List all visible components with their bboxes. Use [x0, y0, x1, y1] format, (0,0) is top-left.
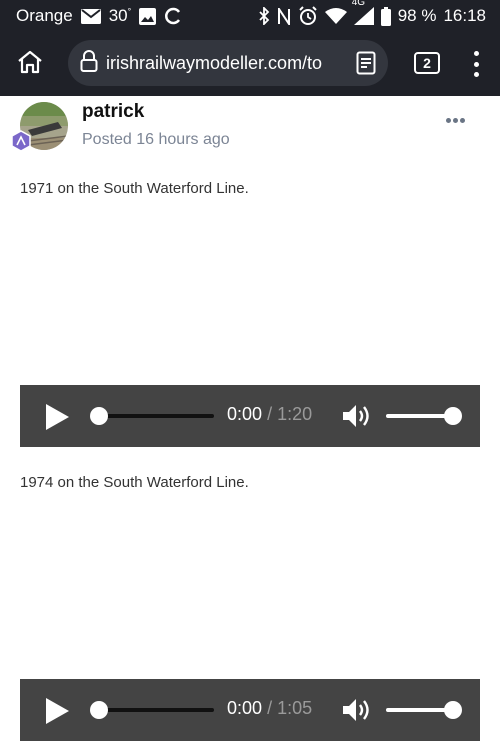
- nfc-icon: [277, 7, 291, 25]
- mail-icon: [80, 8, 101, 24]
- url-text: irishrailwaymodeller.com/to: [106, 52, 323, 73]
- tab-switcher-button[interactable]: 2: [414, 52, 440, 74]
- play-button[interactable]: [44, 403, 70, 431]
- menu-dot-icon: [473, 61, 479, 67]
- network-label: 4G: [351, 0, 366, 8]
- time-separator: /: [267, 404, 273, 424]
- duration: 1:20: [277, 404, 313, 424]
- play-icon: [44, 698, 70, 729]
- volume-button[interactable]: [342, 697, 374, 728]
- status-bar: Orange 30° 4G 98 % 16:18: [0, 0, 500, 32]
- wifi-icon: [324, 8, 347, 24]
- seek-handle[interactable]: [90, 407, 108, 425]
- volume-handle[interactable]: [444, 701, 462, 719]
- home-button[interactable]: [0, 32, 60, 96]
- url-bar[interactable]: irishrailwaymodeller.com/to: [68, 40, 388, 86]
- gallery-icon: [139, 7, 157, 25]
- bluetooth-icon: [258, 7, 270, 25]
- battery-label: 98 %: [397, 6, 437, 25]
- seek-handle[interactable]: [90, 701, 108, 719]
- browser-toolbar: irishrailwaymodeller.com/to 2: [0, 32, 500, 96]
- member-badge-icon: [10, 130, 32, 152]
- tab-count: 2: [423, 55, 431, 71]
- clock-label: 16:18: [443, 6, 486, 25]
- seek-bar[interactable]: [90, 414, 214, 418]
- current-time: 0:00: [227, 404, 263, 424]
- carrier-label: Orange: [16, 6, 73, 25]
- current-time: 0:00: [227, 698, 263, 718]
- menu-dot-icon: [473, 72, 479, 77]
- overflow-menu-button[interactable]: [466, 48, 486, 80]
- audio-player: 0:00 / 1:05: [20, 679, 480, 741]
- seek-bar[interactable]: [90, 708, 214, 712]
- more-dot-icon: [453, 118, 458, 123]
- menu-dot-icon: [473, 51, 479, 56]
- audio-player: 0:00 / 1:20: [20, 385, 480, 447]
- volume-handle[interactable]: [444, 407, 462, 425]
- time-display: 0:00 / 1:20: [227, 404, 312, 425]
- post-paragraph: 1974 on the South Waterford Line.: [20, 474, 249, 491]
- duration: 1:05: [277, 698, 313, 718]
- temperature-label: 30°: [108, 6, 132, 25]
- alarm-icon: [298, 6, 318, 26]
- post-header: [0, 96, 500, 166]
- lock-icon: [80, 49, 98, 77]
- post-options-button[interactable]: [446, 118, 465, 123]
- post-paragraph: 1971 on the South Waterford Line.: [20, 180, 249, 197]
- play-icon: [44, 404, 70, 435]
- time-display: 0:00 / 1:05: [227, 698, 312, 719]
- play-button[interactable]: [44, 697, 70, 725]
- volume-button[interactable]: [342, 403, 374, 434]
- battery-icon: [380, 6, 391, 26]
- more-dot-icon: [460, 118, 465, 123]
- home-icon: [17, 50, 43, 79]
- volume-icon: [342, 699, 374, 727]
- signal-icon: 4G: [352, 0, 374, 25]
- author-name[interactable]: patrick: [82, 101, 144, 123]
- sync-icon: [164, 7, 182, 25]
- time-separator: /: [267, 698, 273, 718]
- post-timestamp[interactable]: Posted 16 hours ago: [82, 131, 230, 149]
- volume-icon: [342, 405, 374, 433]
- more-dot-icon: [446, 118, 451, 123]
- reader-mode-icon[interactable]: [356, 51, 376, 80]
